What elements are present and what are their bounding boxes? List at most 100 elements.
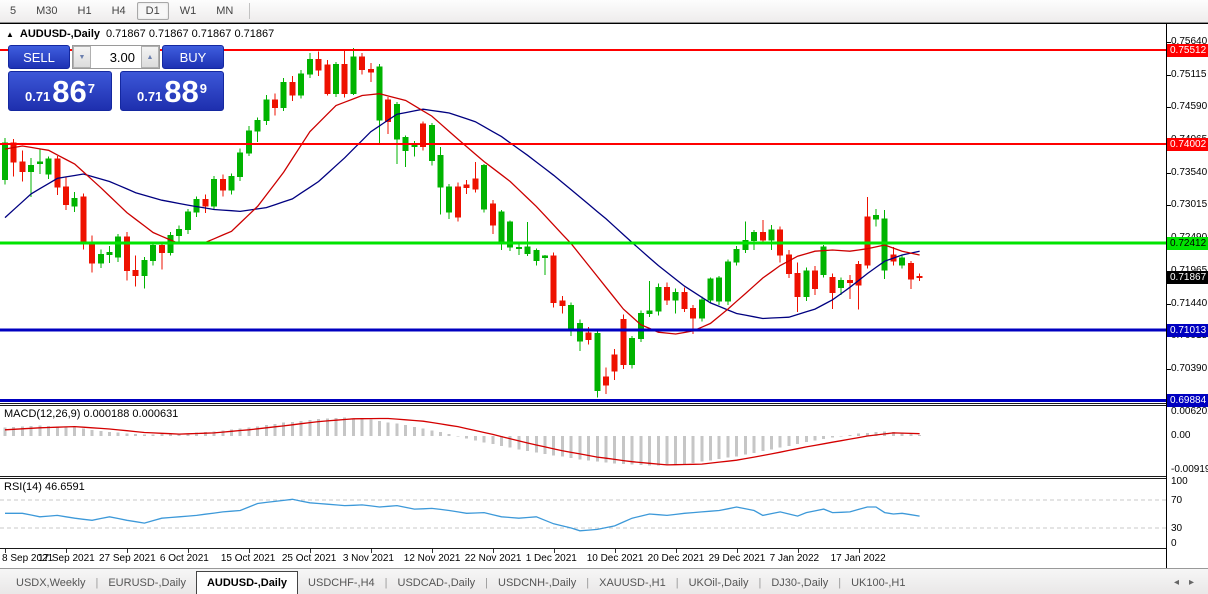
one-click-trading-widget: SELL ▼ 3.00 ▲ BUY 0.71 86 7 0.71 88 9 [8, 45, 224, 111]
chart-tab-uk100-h1[interactable]: UK100-,H1 [841, 572, 915, 594]
timeframe-button-d1[interactable]: D1 [137, 2, 169, 20]
time-axis-label: 22 Nov 2021 [465, 553, 522, 564]
moving-average-fast-line [5, 94, 920, 334]
candle-body [586, 333, 591, 340]
candle-body [116, 237, 121, 257]
chart-tab-bar: USDX,Weekly|EURUSD-,DailyAUDUSD-,DailyUS… [0, 568, 1208, 594]
sell-price-panel[interactable]: 0.71 86 7 [8, 71, 112, 111]
candle-body [691, 309, 696, 318]
rsi-indicator-panel[interactable]: RSI(14) 46.6591 [0, 479, 1166, 548]
chart-tab-usdcnh-daily[interactable]: USDCNH-,Daily [488, 572, 586, 594]
candle-body [246, 131, 251, 153]
timeframe-button-5[interactable]: 5 [1, 2, 25, 20]
candle-body [20, 162, 25, 171]
volume-increase-icon[interactable]: ▲ [141, 46, 159, 68]
price-level-tag: 0.75512 [1167, 44, 1208, 57]
candle-body [325, 65, 330, 94]
candle-body [281, 82, 286, 107]
buy-price-panel[interactable]: 0.71 88 9 [120, 71, 224, 111]
price-axis-tick-label: 0.71440 [1171, 298, 1207, 309]
tabs-scroll-right-icon[interactable]: ▸ [1189, 577, 1194, 588]
candle-body [673, 292, 678, 299]
candle-body [55, 159, 60, 187]
chart-tab-usdx-weekly[interactable]: USDX,Weekly [6, 572, 95, 594]
price-level-tag: 0.71013 [1167, 324, 1208, 337]
candle-body [612, 355, 617, 371]
candle-body [464, 185, 469, 187]
buy-price-base: 0.71 [137, 87, 162, 107]
candle-body [795, 274, 800, 297]
candle-body [543, 256, 548, 257]
price-axis[interactable]: 0.756400.751150.745900.740650.735400.730… [1166, 24, 1208, 568]
macd-axis-label: 0.006201 [1171, 406, 1208, 417]
candle-body [133, 271, 138, 276]
macd-indicator-panel[interactable]: MACD(12,26,9) 0.000188 0.000631 [0, 406, 1166, 476]
candle-body [107, 252, 112, 254]
candle-body [734, 249, 739, 261]
sell-price-base: 0.71 [25, 87, 50, 107]
timeframe-toolbar: 5M30H1H4D1W1MN [0, 0, 1208, 23]
candle-body [630, 338, 635, 364]
timeframe-button-m30[interactable]: M30 [27, 2, 66, 20]
candle-body [760, 233, 765, 240]
trading-platform-window: 5M30H1H4D1W1MN ▲ AUDUSD-,Daily 0.71867 0… [0, 0, 1208, 594]
chart-tab-audusd-daily[interactable]: AUDUSD-,Daily [196, 571, 298, 594]
price-axis-tick-label: 0.73015 [1171, 199, 1207, 210]
time-axis[interactable]: 8 Sep 202117 Sep 202127 Sep 20216 Oct 20… [0, 548, 1166, 568]
candle-body [847, 280, 852, 282]
candle-body [63, 187, 68, 204]
buy-button[interactable]: BUY [162, 45, 224, 69]
volume-input[interactable]: 3.00 [91, 46, 141, 68]
candle-body [299, 74, 304, 95]
candle-body [551, 256, 556, 302]
tabs-scroll-left-icon[interactable]: ◂ [1174, 577, 1179, 588]
time-axis-label: 17 Sep 2021 [38, 553, 95, 564]
candle-body [368, 69, 373, 71]
chart-tab-eurusd-daily[interactable]: EURUSD-,Daily [98, 572, 196, 594]
rsi-label: RSI(14) 46.6591 [4, 481, 85, 493]
volume-stepper: ▼ 3.00 ▲ [72, 45, 160, 69]
price-level-tag: 0.71867 [1167, 271, 1208, 284]
macd-signal-line [5, 419, 920, 465]
time-axis-label: 29 Dec 2021 [709, 553, 766, 564]
time-axis-label: 12 Nov 2021 [404, 553, 461, 564]
candle-body [159, 246, 164, 253]
timeframe-button-w1[interactable]: W1 [171, 2, 206, 20]
price-axis-tick-label: 0.73540 [1171, 167, 1207, 178]
chart-tab-usdcad-daily[interactable]: USDCAD-,Daily [388, 572, 486, 594]
timeframe-button-mn[interactable]: MN [207, 2, 242, 20]
candle-body [482, 165, 487, 209]
candle-body [90, 243, 95, 263]
chart-tab-usdchf-h4[interactable]: USDCHF-,H4 [298, 572, 385, 594]
time-axis-label: 1 Dec 2021 [526, 553, 577, 564]
chart-title: ▲ AUDUSD-,Daily 0.71867 0.71867 0.71867 … [6, 28, 274, 40]
candle-body [830, 277, 835, 292]
rsi-axis-label: 100 [1171, 476, 1188, 487]
candle-body [429, 125, 434, 160]
chart-tab-dj30-daily[interactable]: DJ30-,Daily [761, 572, 838, 594]
candle-body [351, 57, 356, 94]
price-level-tag: 0.72412 [1167, 237, 1208, 250]
candle-body [682, 292, 687, 308]
candle-body [804, 271, 809, 297]
candle-body [11, 143, 16, 162]
price-axis-tick-label: 0.75115 [1171, 69, 1206, 80]
candle-body [577, 323, 582, 340]
chart-tab-ukoil-daily[interactable]: UKOil-,Daily [679, 572, 759, 594]
candle-body [37, 162, 42, 163]
time-axis-label: 20 Dec 2021 [648, 553, 705, 564]
timeframe-button-h1[interactable]: H1 [69, 2, 101, 20]
sell-button[interactable]: SELL [8, 45, 70, 69]
candle-body [29, 165, 34, 171]
volume-decrease-icon[interactable]: ▼ [73, 46, 91, 68]
candle-body [874, 216, 879, 219]
candle-body [229, 176, 234, 190]
collapse-chart-icon[interactable]: ▲ [6, 30, 14, 39]
candle-body [525, 247, 530, 254]
candle-body [238, 153, 243, 177]
candle-body [786, 255, 791, 274]
macd-axis-label: 0.00 [1171, 430, 1190, 441]
timeframe-button-h4[interactable]: H4 [103, 2, 135, 20]
candle-body [342, 64, 347, 93]
chart-tab-xauusd-h1[interactable]: XAUUSD-,H1 [589, 572, 676, 594]
